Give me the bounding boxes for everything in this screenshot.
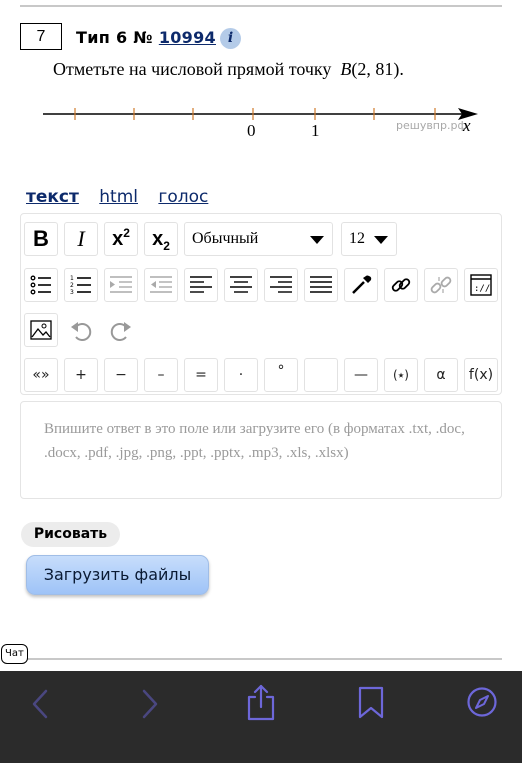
- svg-text:3: 3: [70, 289, 74, 295]
- bottom-divider: [26, 658, 502, 660]
- redo-button[interactable]: [104, 313, 138, 347]
- info-icon[interactable]: i: [220, 28, 241, 49]
- bullet-list-button[interactable]: [24, 268, 58, 302]
- symbol-equals-button[interactable]: =: [184, 358, 218, 392]
- bookmarks-icon[interactable]: [357, 685, 385, 721]
- eyedropper-icon: [352, 275, 372, 294]
- number-line: 0 1 решувпр.рф x: [43, 108, 478, 140]
- symbol-en-dash-button[interactable]: –: [144, 358, 178, 392]
- task-type-label: Тип 6 №: [76, 28, 153, 47]
- browser-toolbar: [0, 671, 522, 763]
- label-zero: 0: [247, 121, 256, 140]
- align-center-icon: [230, 276, 252, 293]
- task-id-link[interactable]: 10994: [159, 28, 216, 47]
- symbol-space-button[interactable]: [304, 358, 338, 392]
- align-left-button[interactable]: [184, 268, 218, 302]
- share-icon[interactable]: [246, 683, 276, 723]
- tab-voice[interactable]: голос: [158, 187, 208, 207]
- question-text: Отметьте на числовой прямой точку B(2, 8…: [53, 59, 404, 79]
- symbol-minus-button[interactable]: −: [104, 358, 138, 392]
- symbol-star-paren-button[interactable]: (٭): [384, 358, 418, 392]
- svg-text:2: 2: [70, 282, 74, 289]
- task-number-box: 7: [20, 23, 62, 50]
- source-code-button[interactable]: ://: [464, 268, 498, 302]
- tab-html[interactable]: html: [99, 187, 138, 207]
- symbol-quotes-button[interactable]: «»: [24, 358, 58, 392]
- align-left-icon: [190, 276, 212, 293]
- symbol-degree-button[interactable]: °: [264, 358, 298, 392]
- symbol-function-button[interactable]: f(x): [464, 358, 498, 392]
- numbered-list-icon: 123: [70, 275, 91, 295]
- draw-button[interactable]: Рисовать: [21, 522, 120, 547]
- question-label: Отметьте на числовой прямой точку: [53, 59, 332, 79]
- task-header: Тип 6 № 10994: [76, 28, 216, 47]
- subscript-button[interactable]: x2: [144, 222, 178, 256]
- color-picker-button[interactable]: [344, 268, 378, 302]
- tab-text[interactable]: текст: [26, 187, 79, 207]
- symbol-em-dash-button[interactable]: —: [344, 358, 378, 392]
- answer-textarea[interactable]: Впишите ответ в это поле или загрузите е…: [20, 401, 502, 499]
- watermark: решувпр.рф: [396, 119, 467, 132]
- symbol-alpha-button[interactable]: α: [424, 358, 458, 392]
- forward-icon[interactable]: [138, 685, 162, 723]
- align-center-button[interactable]: [224, 268, 258, 302]
- compass-icon[interactable]: [466, 686, 498, 718]
- unlink-button[interactable]: [424, 268, 458, 302]
- undo-button[interactable]: [64, 313, 98, 347]
- math-point: B(2, 81): [340, 59, 400, 79]
- justify-button[interactable]: [304, 268, 338, 302]
- svg-text:1: 1: [70, 275, 74, 282]
- back-icon[interactable]: [28, 685, 52, 723]
- answer-placeholder: Впишите ответ в это поле или загрузите е…: [44, 421, 465, 461]
- source-code-icon: ://: [470, 274, 492, 296]
- unlink-icon: [430, 276, 452, 294]
- undo-icon: [71, 322, 92, 341]
- indent-button[interactable]: [104, 268, 138, 302]
- align-right-button[interactable]: [264, 268, 298, 302]
- svg-text:://: ://: [474, 284, 490, 294]
- style-select[interactable]: Обычный: [184, 222, 333, 256]
- image-icon: [30, 320, 52, 340]
- link-icon: [391, 278, 411, 292]
- axis-label-x: x: [462, 116, 471, 135]
- italic-button[interactable]: I: [64, 222, 98, 256]
- top-divider: [20, 5, 502, 7]
- label-one: 1: [311, 121, 320, 140]
- chevron-down-icon: [374, 236, 388, 244]
- indent-icon: [110, 276, 132, 293]
- bullet-list-icon: [30, 275, 51, 295]
- symbol-middot-button[interactable]: ·: [224, 358, 258, 392]
- outdent-icon: [150, 276, 172, 293]
- insert-link-button[interactable]: [384, 268, 418, 302]
- chevron-down-icon: [310, 236, 324, 244]
- font-size-select[interactable]: 12: [341, 222, 397, 256]
- align-right-icon: [270, 276, 292, 293]
- superscript-button[interactable]: x2: [104, 222, 138, 256]
- bold-button[interactable]: B: [24, 222, 58, 256]
- insert-image-button[interactable]: [24, 313, 58, 347]
- upload-files-button[interactable]: Загрузить файлы: [26, 555, 209, 595]
- chat-button[interactable]: Чат: [1, 644, 28, 664]
- editor-tabs: текст html голос: [26, 187, 223, 207]
- redo-icon: [110, 322, 131, 341]
- align-justify-icon: [310, 276, 332, 293]
- symbol-plus-button[interactable]: +: [64, 358, 98, 392]
- outdent-button[interactable]: [144, 268, 178, 302]
- numbered-list-button[interactable]: 123: [64, 268, 98, 302]
- editor-toolbar: B I x2 x2 Обычный 12 123 :// «» + − – = …: [20, 213, 502, 395]
